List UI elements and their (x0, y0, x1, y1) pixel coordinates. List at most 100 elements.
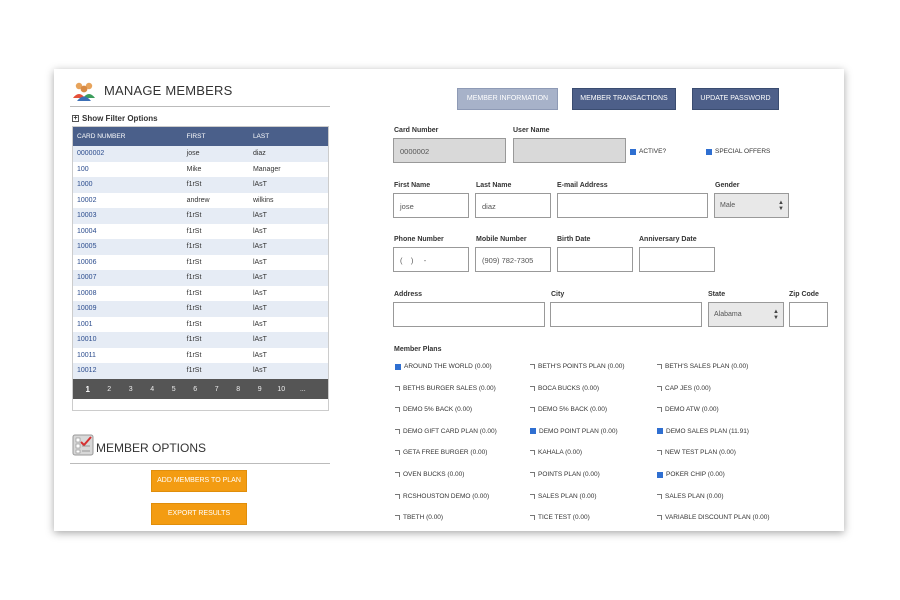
tab-member-transactions[interactable]: MEMBER TRANSACTIONS (572, 88, 676, 110)
checkbox-icon[interactable] (530, 407, 535, 413)
plan-option[interactable]: CAP JES (0.00) (657, 385, 711, 392)
plan-option[interactable]: DEMO 5% BACK (0.00) (395, 406, 472, 413)
checkbox-icon[interactable] (530, 385, 535, 391)
mobile-field[interactable]: (909) 782-7305 (475, 247, 551, 272)
plan-option[interactable]: SALES PLAN (0.00) (530, 493, 597, 500)
page-link[interactable]: 7 (206, 386, 228, 393)
column-header-last[interactable]: LAST (248, 127, 328, 146)
checkbox-icon[interactable] (395, 385, 400, 391)
plan-option[interactable]: BETH'S SALES PLAN (0.00) (657, 363, 748, 370)
table-row[interactable]: 10009 f1rSt lAsT (73, 301, 328, 317)
table-row[interactable]: 0000002 jose diaz (73, 146, 328, 162)
checkbox-icon[interactable] (395, 472, 400, 477)
page-link[interactable]: 2 (99, 386, 121, 393)
checkbox-icon[interactable] (395, 493, 400, 499)
active-checkbox-group[interactable]: ACTIVE? (630, 148, 666, 155)
table-row[interactable]: 10006 f1rSt lAsT (73, 254, 328, 270)
plan-option[interactable]: KAHALA (0.00) (530, 449, 582, 456)
table-row[interactable]: 10008 f1rSt lAsT (73, 285, 328, 301)
plan-option[interactable]: VARIABLE DISCOUNT PLAN (0.00) (657, 514, 770, 521)
page-link[interactable]: 6 (185, 386, 207, 393)
checkbox-icon[interactable] (657, 428, 663, 435)
page-link[interactable]: 9 (249, 386, 271, 393)
tab-update-password[interactable]: UPDATE PASSWORD (692, 88, 779, 110)
checkbox-icon[interactable] (657, 450, 662, 456)
plan-option[interactable]: OVEN BUCKS (0.00) (395, 471, 464, 478)
table-row[interactable]: 10002 andrew wilkins (73, 192, 328, 208)
plan-option[interactable]: BOCA BUCKS (0.00) (530, 385, 599, 392)
table-row[interactable]: 10012 f1rSt lAsT (73, 363, 328, 379)
checkbox-icon[interactable] (530, 450, 535, 456)
checkbox-icon[interactable] (395, 450, 400, 456)
anniversary-field[interactable] (639, 247, 715, 272)
special-offers-checkbox[interactable] (706, 148, 712, 155)
checkbox-icon[interactable] (657, 493, 662, 499)
plan-option[interactable]: DEMO 5% BACK (0.00) (530, 406, 607, 413)
page-link[interactable]: 5 (163, 386, 185, 393)
checkbox-icon[interactable] (530, 472, 535, 477)
checkbox-icon[interactable] (395, 515, 400, 521)
table-row[interactable]: 10007 f1rSt lAsT (73, 270, 328, 286)
table-row[interactable]: 100 Mike Manager (73, 161, 328, 177)
add-members-to-plan-button[interactable]: ADD MEMBERS TO PLAN (151, 470, 247, 492)
page-link[interactable]: 1 (77, 385, 99, 394)
table-row[interactable]: 1000 f1rSt lAsT (73, 177, 328, 193)
city-field[interactable] (550, 302, 702, 327)
tab-member-information[interactable]: MEMBER INFORMATION (457, 88, 558, 110)
plan-option[interactable]: POINTS PLAN (0.00) (530, 471, 600, 478)
checkbox-icon[interactable] (530, 515, 535, 521)
plan-option[interactable]: RCSHOUSTON DEMO (0.00) (395, 493, 489, 500)
checkbox-icon[interactable] (657, 515, 662, 521)
address-field[interactable] (393, 302, 545, 327)
table-row[interactable]: 1001 f1rSt lAsT (73, 316, 328, 332)
plan-option[interactable]: AROUND THE WORLD (0.00) (395, 363, 492, 370)
table-row[interactable]: 10003 f1rSt lAsT (73, 208, 328, 224)
checkbox-icon[interactable] (395, 407, 400, 413)
plan-option[interactable]: TBETH (0.00) (395, 514, 443, 521)
special-offers-checkbox-group[interactable]: SPECIAL OFFERS (706, 148, 770, 155)
birth-date-field[interactable] (557, 247, 633, 272)
plan-option[interactable]: NEW TEST PLAN (0.00) (657, 449, 736, 456)
first-name-field[interactable]: jose (393, 193, 469, 218)
plan-option[interactable]: GETA FREE BURGER (0.00) (395, 449, 487, 456)
checkbox-icon[interactable] (395, 363, 401, 370)
checkbox-icon[interactable] (530, 364, 535, 369)
table-row[interactable]: 10004 f1rSt lAsT (73, 223, 328, 239)
page-link[interactable]: ... (292, 386, 314, 393)
last-name-field[interactable]: diaz (475, 193, 551, 218)
page-link[interactable]: 3 (120, 386, 142, 393)
page-link[interactable]: 10 (271, 386, 293, 393)
checkbox-icon[interactable] (657, 407, 662, 413)
page-link[interactable]: 8 (228, 386, 250, 393)
active-checkbox[interactable] (630, 148, 636, 155)
plan-option[interactable]: DEMO ATW (0.00) (657, 406, 719, 413)
table-row[interactable]: 10010 f1rSt lAsT (73, 332, 328, 348)
plan-option[interactable]: TICE TEST (0.00) (530, 514, 590, 521)
checkbox-icon[interactable] (657, 364, 662, 369)
plan-option[interactable]: BETHS BURGER SALES (0.00) (395, 385, 496, 392)
plan-option[interactable]: DEMO SALES PLAN (11.91) (657, 428, 749, 435)
plan-option[interactable]: DEMO POINT PLAN (0.00) (530, 428, 618, 435)
show-filter-toggle[interactable]: + Show Filter Options (72, 114, 158, 123)
column-header-first[interactable]: FIRST (182, 127, 249, 146)
export-results-button[interactable]: EXPORT RESULTS (151, 503, 247, 525)
checkbox-icon[interactable] (657, 385, 662, 391)
table-row[interactable]: 10005 f1rSt lAsT (73, 239, 328, 255)
plan-option[interactable]: SALES PLAN (0.00) (657, 493, 724, 500)
state-select[interactable]: Alabama ▲ ▼ (708, 302, 784, 327)
user-name-field[interactable] (513, 138, 626, 163)
plan-option[interactable]: BETH'S POINTS PLAN (0.00) (530, 363, 625, 370)
checkbox-icon[interactable] (657, 471, 663, 478)
checkbox-icon[interactable] (530, 428, 536, 435)
phone-field[interactable]: ( ) - (393, 247, 469, 272)
plan-option[interactable]: DEMO GIFT CARD PLAN (0.00) (395, 428, 497, 435)
page-link[interactable]: 4 (142, 386, 164, 393)
email-field[interactable] (557, 193, 708, 218)
checkbox-icon[interactable] (530, 493, 535, 499)
column-header-card-number[interactable]: CARD NUMBER (73, 127, 183, 146)
table-row[interactable]: 10011 f1rSt lAsT (73, 347, 328, 363)
plan-option[interactable]: POKER CHIP (0.00) (657, 471, 725, 478)
zip-field[interactable] (789, 302, 828, 327)
gender-select[interactable]: Male ▲ ▼ (714, 193, 789, 218)
checkbox-icon[interactable] (395, 428, 400, 434)
